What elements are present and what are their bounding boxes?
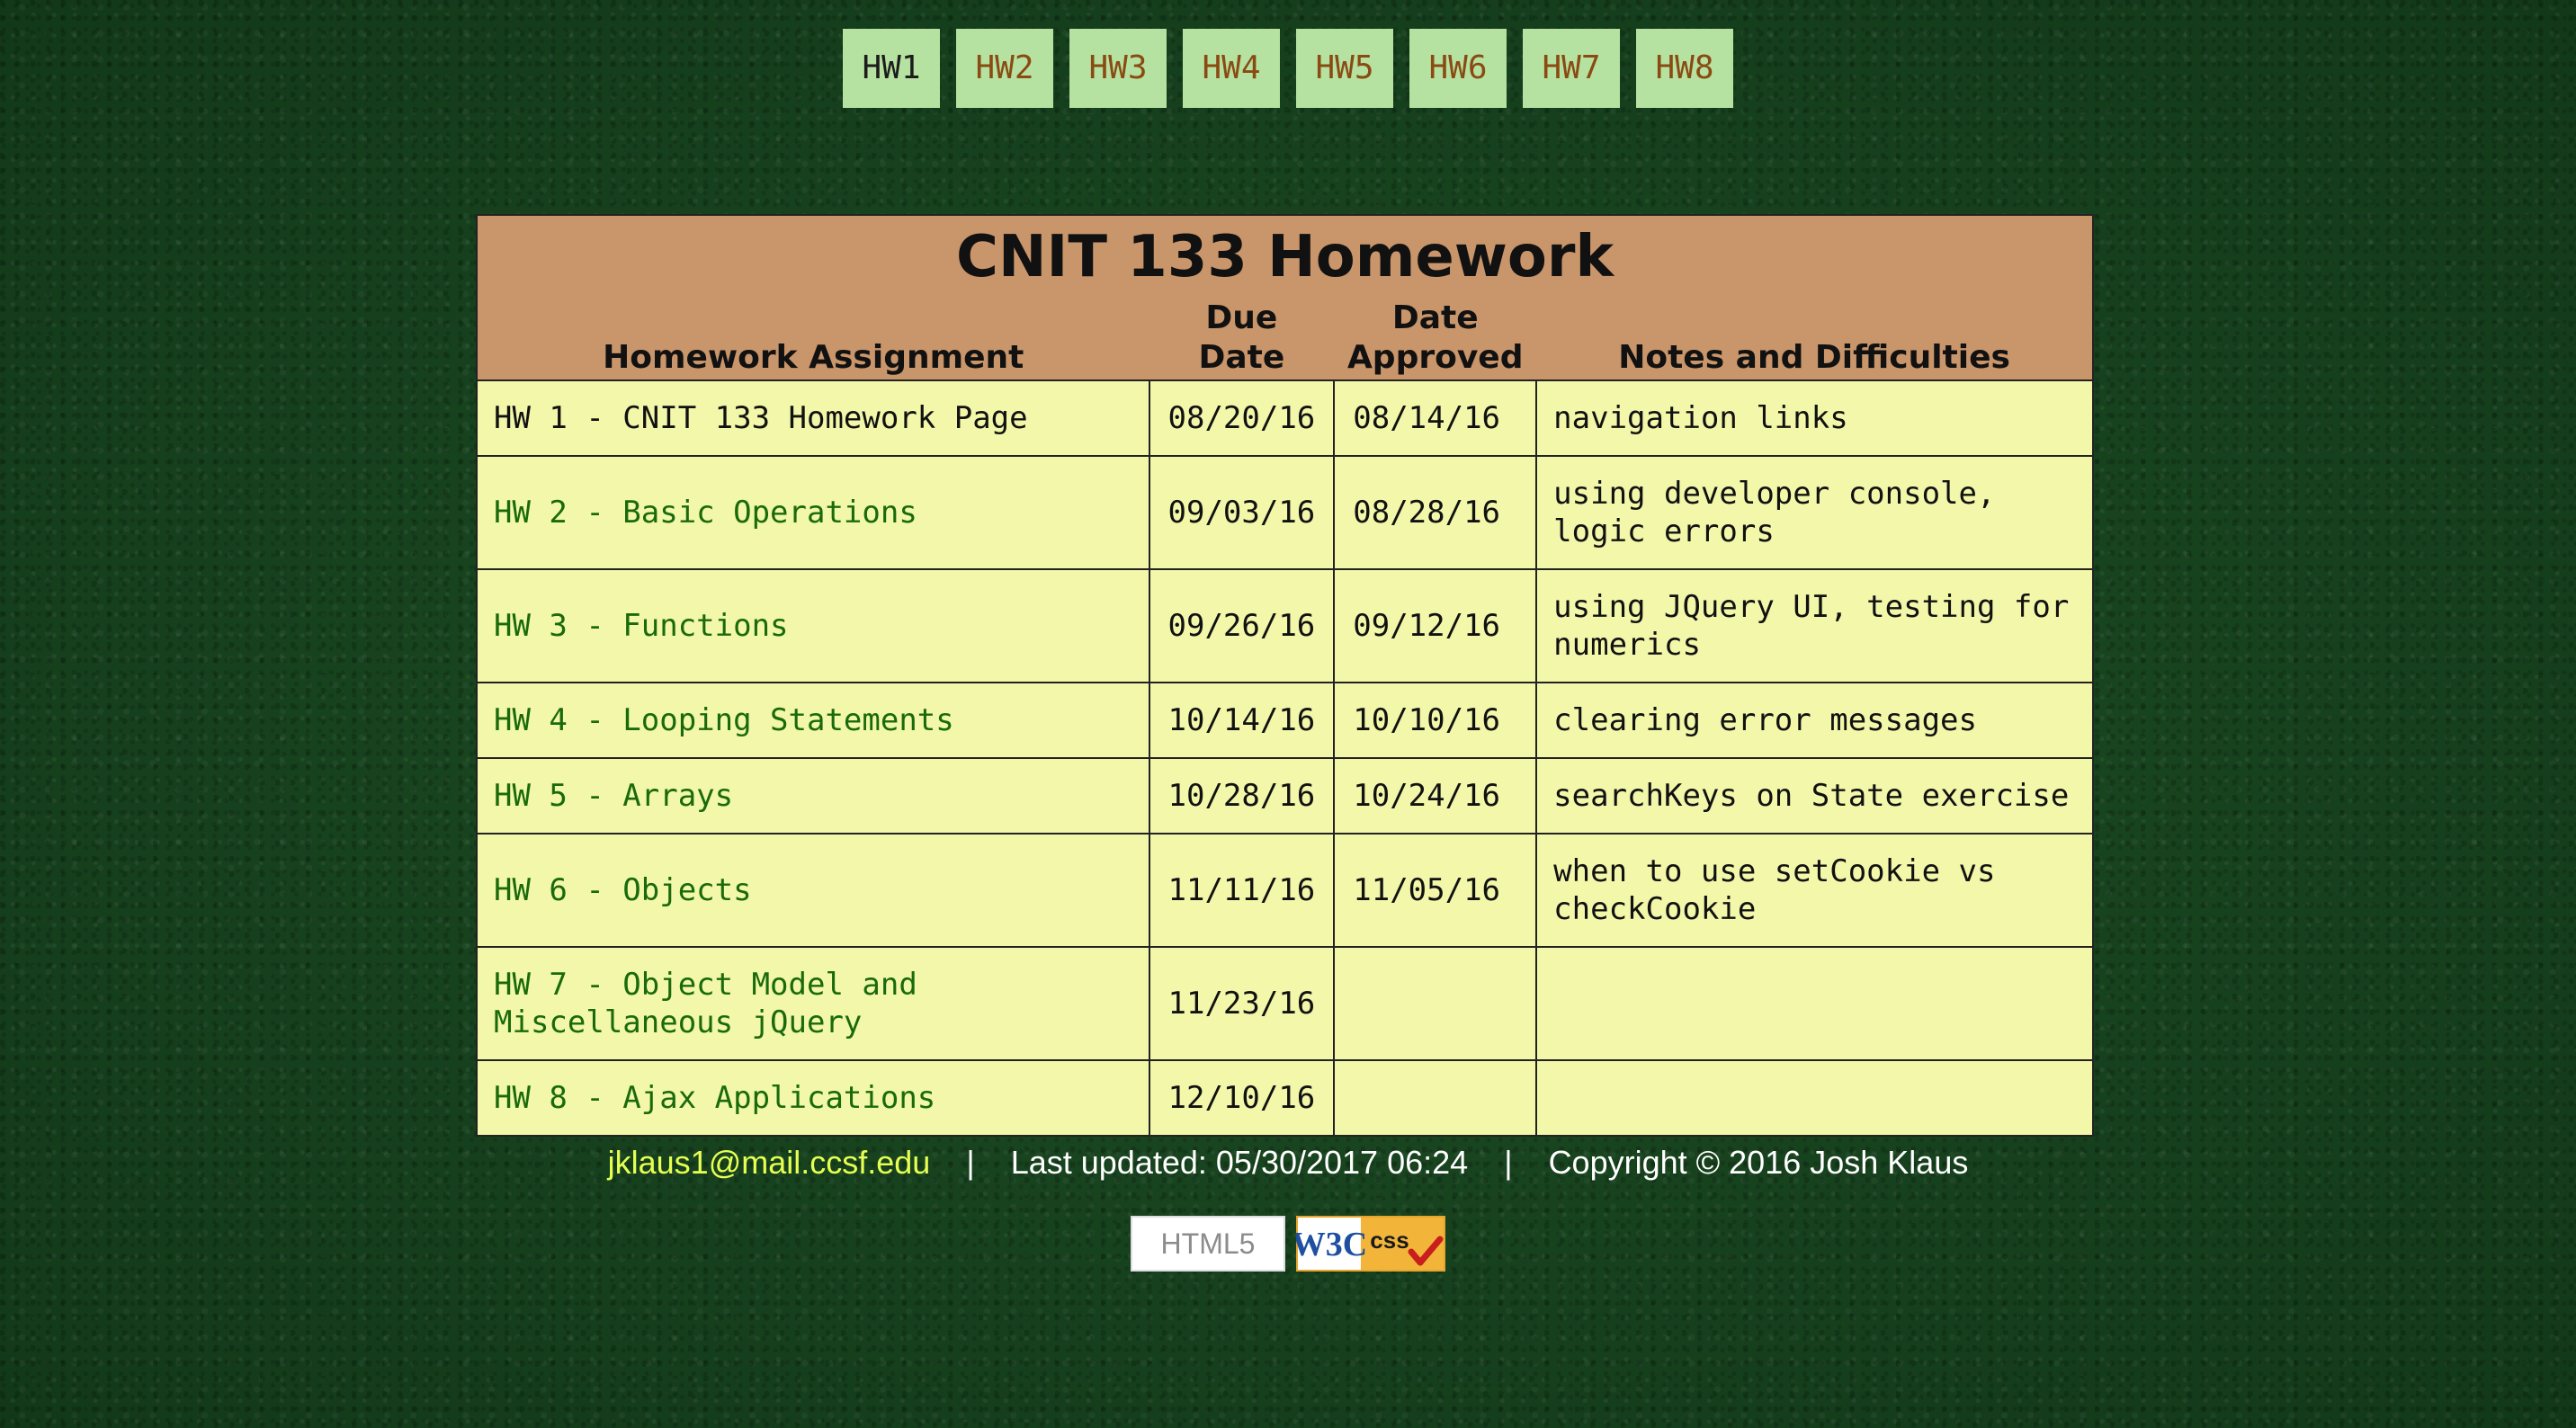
assignment-link-hw7[interactable]: HW 7 - Object Model and Miscellaneous jQ… xyxy=(476,946,1150,1061)
notes: using developer console, logic errors xyxy=(1535,455,2094,570)
header-due-date: Due Date xyxy=(1149,295,1335,380)
nav-link-hw8[interactable]: HW8 xyxy=(1636,29,1733,108)
nav-link-hw3[interactable]: HW3 xyxy=(1069,29,1167,108)
table-body: HW 1 - CNIT 133 Homework Page 08/20/16 0… xyxy=(476,379,2094,1137)
due-date: 10/14/16 xyxy=(1148,682,1336,759)
approved-date: 09/12/16 xyxy=(1333,568,1538,683)
table-row: HW 7 - Object Model and Miscellaneous jQ… xyxy=(476,946,2094,1061)
css-text: css xyxy=(1370,1227,1409,1254)
due-date: 08/20/16 xyxy=(1148,379,1336,457)
approved-date: 11/05/16 xyxy=(1333,833,1538,948)
copyright: Copyright © 2016 Josh Klaus xyxy=(1548,1144,1969,1181)
due-date: 11/23/16 xyxy=(1148,946,1336,1061)
assignment-link-hw2[interactable]: HW 2 - Basic Operations xyxy=(476,455,1150,570)
approved-date xyxy=(1333,1059,1538,1137)
assignment-link-hw3[interactable]: HW 3 - Functions xyxy=(476,568,1150,683)
validation-badges: HTML5 W3C css xyxy=(0,1216,2576,1272)
due-date: 09/03/16 xyxy=(1148,455,1336,570)
nav-link-hw1[interactable]: HW1 xyxy=(843,29,940,108)
notes: searchKeys on State exercise xyxy=(1535,757,2094,834)
footer: jklaus1@mail.ccsf.edu | Last updated: 05… xyxy=(0,1144,2576,1182)
table-row: HW 8 - Ajax Applications 12/10/16 xyxy=(476,1059,2094,1137)
homework-table: CNIT 133 Homework Homework Assignment Du… xyxy=(476,214,2094,1137)
assignment-link-hw6[interactable]: HW 6 - Objects xyxy=(476,833,1150,948)
header-notes: Notes and Difficulties xyxy=(1536,295,2094,380)
due-date: 12/10/16 xyxy=(1148,1059,1336,1137)
table-row: HW 5 - Arrays 10/28/16 10/24/16 searchKe… xyxy=(476,757,2094,834)
assignment-link-hw8[interactable]: HW 8 - Ajax Applications xyxy=(476,1059,1150,1137)
w3c-css-logo: W3C css xyxy=(1292,1216,1445,1272)
approved-date: 10/24/16 xyxy=(1333,757,1538,834)
approved-date xyxy=(1333,946,1538,1061)
table-row: HW 4 - Looping Statements 10/14/16 10/10… xyxy=(476,682,2094,759)
assignment-link-hw4[interactable]: HW 4 - Looping Statements xyxy=(476,682,1150,759)
table-row: HW 2 - Basic Operations 09/03/16 08/28/1… xyxy=(476,455,2094,570)
notes xyxy=(1535,1059,2094,1137)
footer-separator: | xyxy=(966,1144,975,1181)
w3c-text: W3C xyxy=(1296,1226,1367,1263)
nav-link-hw2[interactable]: HW2 xyxy=(956,29,1053,108)
css-validator-badge[interactable]: W3C css xyxy=(1292,1216,1445,1272)
table-row: HW 3 - Functions 09/26/16 09/12/16 using… xyxy=(476,568,2094,683)
top-nav: HW1 HW2 HW3 HW4 HW5 HW6 HW7 HW8 xyxy=(0,29,2576,108)
due-date: 10/28/16 xyxy=(1148,757,1336,834)
header-assignment: Homework Assignment xyxy=(476,295,1149,380)
table-row: HW 1 - CNIT 133 Homework Page 08/20/16 0… xyxy=(476,379,2094,457)
notes: when to use setCookie vs checkCookie xyxy=(1535,833,2094,948)
approved-date: 08/14/16 xyxy=(1333,379,1538,457)
notes: clearing error messages xyxy=(1535,682,2094,759)
last-updated: Last updated: 05/30/2017 06:24 xyxy=(1010,1144,1469,1181)
header-date-approved: Date Approved xyxy=(1334,295,1537,380)
nav-link-hw6[interactable]: HW6 xyxy=(1409,29,1507,108)
due-date: 09/26/16 xyxy=(1148,568,1336,683)
footer-separator: | xyxy=(1504,1144,1513,1181)
html5-validator-badge[interactable]: HTML5 xyxy=(1131,1216,1285,1272)
notes: navigation links xyxy=(1535,379,2094,457)
nav-link-hw7[interactable]: HW7 xyxy=(1523,29,1620,108)
approved-date: 10/10/16 xyxy=(1333,682,1538,759)
table-row: HW 6 - Objects 11/11/16 11/05/16 when to… xyxy=(476,833,2094,948)
notes: using JQuery UI, testing for numerics xyxy=(1535,568,2094,683)
table-title: CNIT 133 Homework xyxy=(476,214,2094,295)
notes xyxy=(1535,946,2094,1061)
email-link[interactable]: jklaus1@mail.ccsf.edu xyxy=(608,1144,931,1181)
nav-link-hw5[interactable]: HW5 xyxy=(1296,29,1393,108)
due-date: 11/11/16 xyxy=(1148,833,1336,948)
nav-link-hw4[interactable]: HW4 xyxy=(1183,29,1280,108)
approved-date: 08/28/16 xyxy=(1333,455,1538,570)
assignment-link-hw5[interactable]: HW 5 - Arrays xyxy=(476,757,1150,834)
assignment-link-hw1[interactable]: HW 1 - CNIT 133 Homework Page xyxy=(476,379,1150,457)
